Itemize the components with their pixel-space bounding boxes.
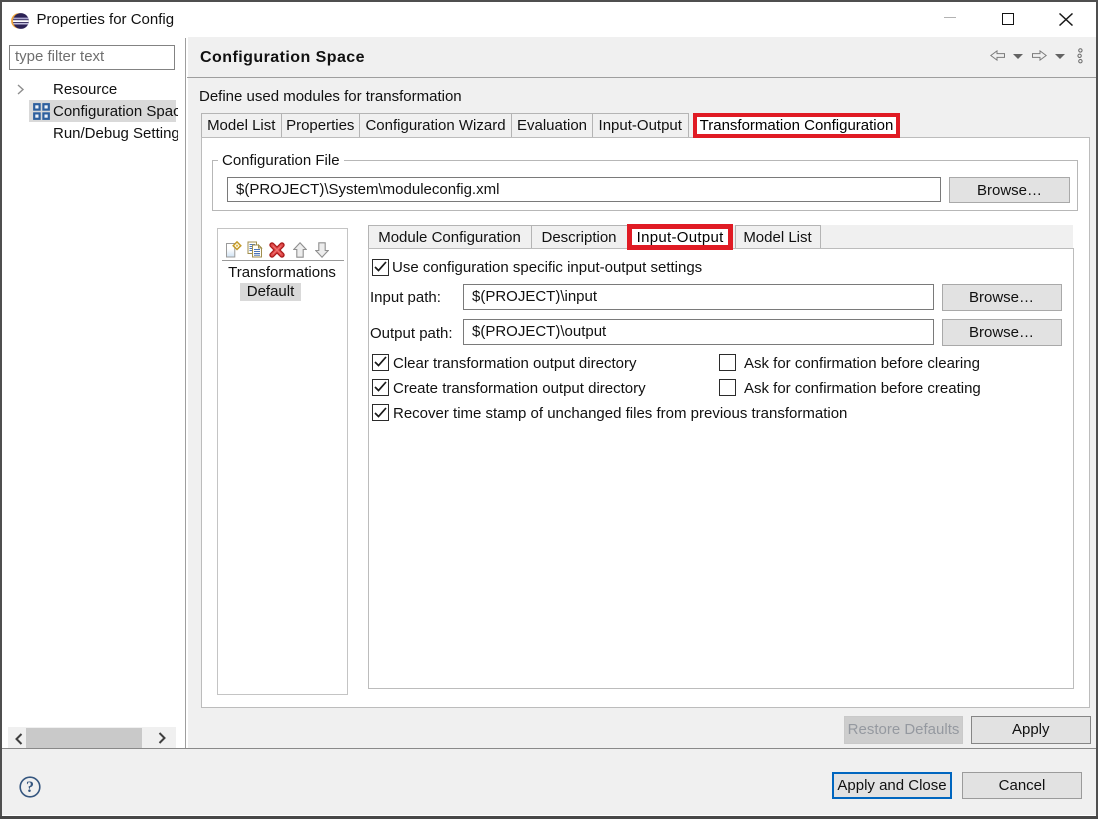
svg-text:?: ? [26,779,34,796]
